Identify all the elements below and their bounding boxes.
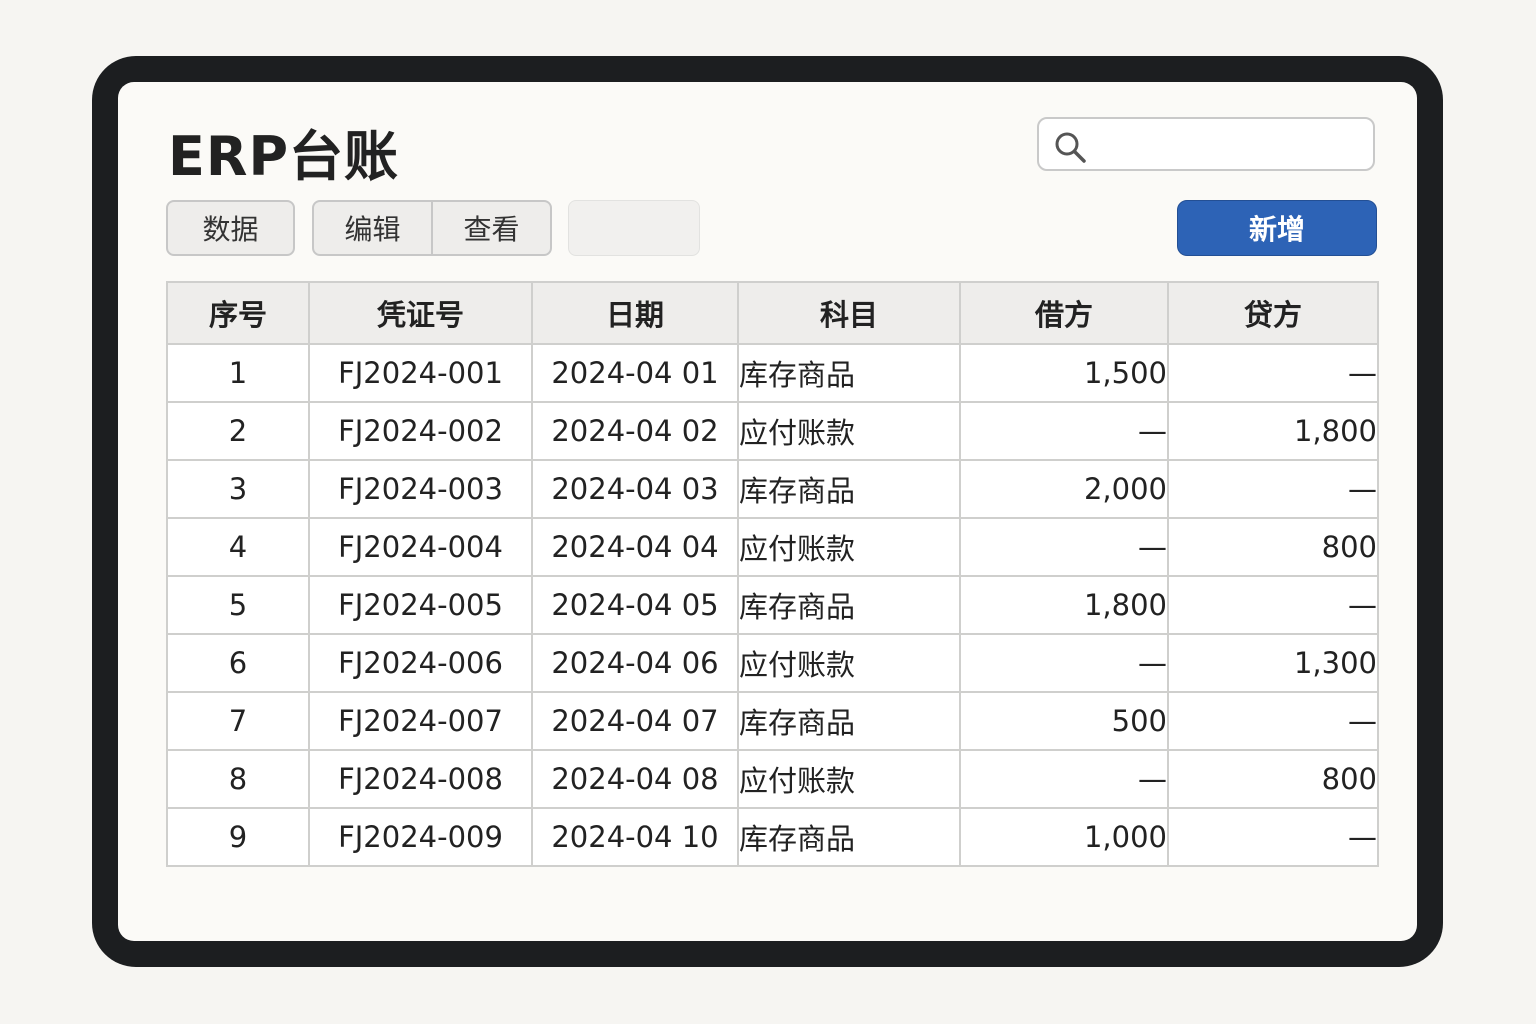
cell-voucher: FJ2024-005 xyxy=(308,575,533,635)
cell-voucher: FJ2024-008 xyxy=(308,749,533,809)
cell-date: 2024-04 03 xyxy=(531,459,739,519)
cell-account: 应付账款 xyxy=(737,401,961,461)
cell-credit: 1,300 xyxy=(1167,633,1379,693)
table-row[interactable]: 1 FJ2024-001 2024-04 01 库存商品 1,500— xyxy=(166,343,1379,403)
cell-voucher: FJ2024-002 xyxy=(308,401,533,461)
search-icon xyxy=(1055,132,1086,163)
cell-voucher: FJ2024-006 xyxy=(308,633,533,693)
cell-credit: — xyxy=(1167,459,1379,519)
data-button[interactable]: 数据 xyxy=(166,200,295,256)
table-row[interactable]: 6 FJ2024-006 2024-04 06 应付账款 —1,300 xyxy=(166,633,1379,693)
cell-date: 2024-04 02 xyxy=(531,401,739,461)
cell-debit: — xyxy=(959,633,1169,693)
cell-credit: 800 xyxy=(1167,749,1379,809)
edit-button[interactable]: 编辑 xyxy=(314,202,433,254)
cell-debit: 500 xyxy=(959,691,1169,751)
cell-debit: 1,500 xyxy=(959,343,1169,403)
cell-index: 9 xyxy=(166,807,310,867)
cell-voucher: FJ2024-004 xyxy=(308,517,533,577)
table-row[interactable]: 8 FJ2024-008 2024-04 08 应付账款 —800 xyxy=(166,749,1379,809)
add-new-button[interactable]: 新增 xyxy=(1177,200,1377,256)
cell-voucher: FJ2024-007 xyxy=(308,691,533,751)
edit-view-segment: 编辑 查看 xyxy=(312,200,552,256)
cell-index: 3 xyxy=(166,459,310,519)
cell-credit: 1,800 xyxy=(1167,401,1379,461)
cell-debit: — xyxy=(959,401,1169,461)
ledger-table: 序号 凭证号 日期 科目 借方 贷方 1 FJ2024-001 2024-04 01… xyxy=(166,281,1379,867)
cell-credit: — xyxy=(1167,575,1379,635)
cell-account: 应付账款 xyxy=(737,749,961,809)
col-header-date[interactable]: 日期 xyxy=(531,281,739,345)
cell-credit: 800 xyxy=(1167,517,1379,577)
cell-index: 2 xyxy=(166,401,310,461)
blank-button[interactable] xyxy=(568,200,700,256)
cell-debit: 2,000 xyxy=(959,459,1169,519)
cell-voucher: FJ2024-003 xyxy=(308,459,533,519)
search-input[interactable] xyxy=(1037,117,1375,171)
cell-debit: — xyxy=(959,749,1169,809)
cell-index: 7 xyxy=(166,691,310,751)
col-header-account[interactable]: 科目 xyxy=(737,281,961,345)
table-row[interactable]: 4 FJ2024-004 2024-04 04 应付账款 —800 xyxy=(166,517,1379,577)
table-row[interactable]: 7 FJ2024-007 2024-04 07 库存商品 500— xyxy=(166,691,1379,751)
col-header-index[interactable]: 序号 xyxy=(166,281,310,345)
cell-account: 库存商品 xyxy=(737,691,961,751)
table-row[interactable]: 2 FJ2024-002 2024-04 02 应付账款 —1,800 xyxy=(166,401,1379,461)
col-header-debit[interactable]: 借方 xyxy=(959,281,1169,345)
cell-credit: — xyxy=(1167,691,1379,751)
col-header-voucher[interactable]: 凭证号 xyxy=(308,281,533,345)
cell-account: 库存商品 xyxy=(737,343,961,403)
cell-index: 8 xyxy=(166,749,310,809)
cell-date: 2024-04 01 xyxy=(531,343,739,403)
view-button[interactable]: 查看 xyxy=(433,202,550,254)
cell-voucher: FJ2024-009 xyxy=(308,807,533,867)
col-header-credit[interactable]: 贷方 xyxy=(1167,281,1379,345)
cell-voucher: FJ2024-001 xyxy=(308,343,533,403)
cell-debit: — xyxy=(959,517,1169,577)
cell-account: 库存商品 xyxy=(737,807,961,867)
cell-date: 2024-04 05 xyxy=(531,575,739,635)
cell-debit: 1,000 xyxy=(959,807,1169,867)
cell-account: 库存商品 xyxy=(737,459,961,519)
table-row[interactable]: 9 FJ2024-009 2024-04 10 库存商品 1,000— xyxy=(166,807,1379,867)
cell-date: 2024-04 06 xyxy=(531,633,739,693)
cell-index: 4 xyxy=(166,517,310,577)
cell-account: 库存商品 xyxy=(737,575,961,635)
cell-index: 5 xyxy=(166,575,310,635)
cell-account: 应付账款 xyxy=(737,633,961,693)
table-header-row: 序号 凭证号 日期 科目 借方 贷方 xyxy=(166,281,1379,345)
cell-account: 应付账款 xyxy=(737,517,961,577)
cell-index: 1 xyxy=(166,343,310,403)
cell-date: 2024-04 07 xyxy=(531,691,739,751)
page-title: ERP台账 xyxy=(168,125,400,188)
cell-date: 2024-04 04 xyxy=(531,517,739,577)
cell-credit: — xyxy=(1167,343,1379,403)
cell-credit: — xyxy=(1167,807,1379,867)
table-row[interactable]: 3 FJ2024-003 2024-04 03 库存商品 2,000— xyxy=(166,459,1379,519)
cell-date: 2024-04 08 xyxy=(531,749,739,809)
table-row[interactable]: 5 FJ2024-005 2024-04 05 库存商品 1,800— xyxy=(166,575,1379,635)
cell-date: 2024-04 10 xyxy=(531,807,739,867)
cell-index: 6 xyxy=(166,633,310,693)
cell-debit: 1,800 xyxy=(959,575,1169,635)
